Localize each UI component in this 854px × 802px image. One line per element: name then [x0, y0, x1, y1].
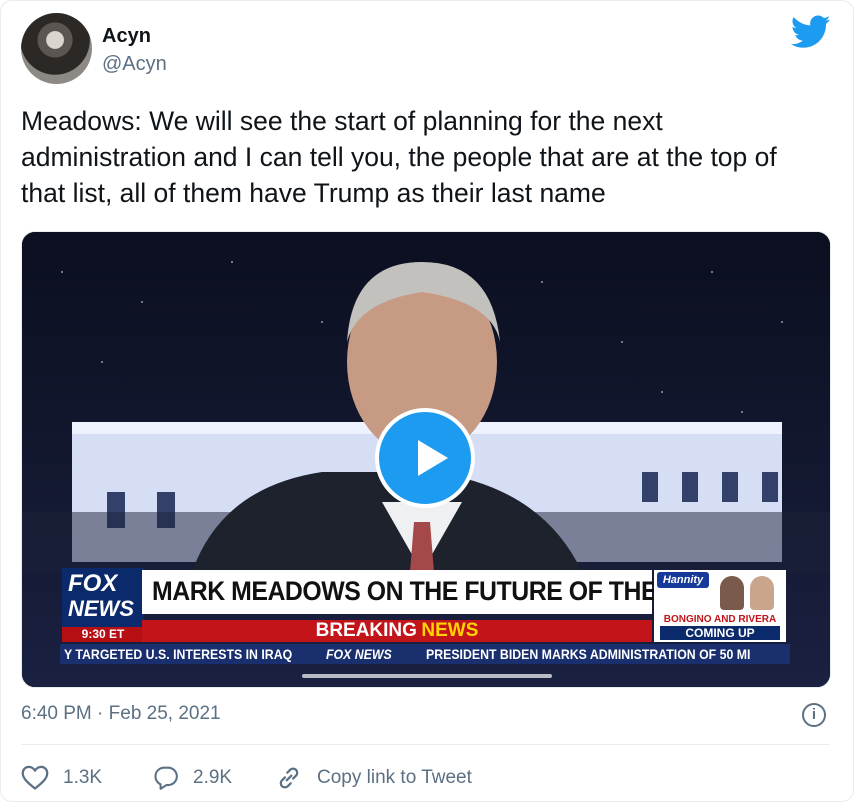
video-progress-bar[interactable] [302, 674, 552, 678]
tweet-text: Meadows: We will see the start of planni… [21, 106, 777, 208]
news-word: NEWS [421, 620, 479, 641]
promo-subtitle: BONGINO AND RIVERA [663, 614, 777, 625]
avatar[interactable] [21, 13, 92, 84]
breaking-news-bar: BREAKING NEWS [142, 620, 652, 642]
broadcast-time: 9:30 ET [62, 627, 144, 642]
show-promo: Hannity BONGINO AND RIVERA COMING UP [654, 570, 786, 642]
author-handle[interactable]: @Acyn [102, 53, 167, 76]
tweet-card: Acyn @Acyn Meadows: We will see the star… [0, 0, 854, 802]
coming-up-label: COMING UP [660, 626, 780, 640]
like-count: 1.3K [63, 767, 103, 788]
breaking-word: BREAKING [315, 620, 417, 641]
fox-logo-line1: FOX [68, 570, 118, 597]
divider [21, 744, 829, 745]
chyron-text: MARK MEADOWS ON THE FUTURE OF THE GOP [152, 576, 718, 606]
tweet-actions: 1.3K 2.9K Copy link to Tweet [21, 763, 829, 793]
heart-icon [21, 765, 49, 790]
author-name[interactable]: Acyn [102, 25, 151, 48]
reply-bubble-icon [154, 766, 178, 790]
like-button[interactable]: 1.3K [21, 763, 102, 793]
twitter-bird-icon[interactable] [791, 15, 831, 49]
reply-button[interactable]: 2.9K [153, 763, 232, 793]
copy-link-label: Copy link to Tweet [317, 767, 472, 788]
news-ticker: Y TARGETED U.S. INTERESTS IN IRAQ FOX NE… [60, 644, 790, 664]
video-player[interactable]: FOX NEWS 9:30 ET MARK MEADOWS ON THE FUT… [21, 231, 831, 688]
reply-count: 2.9K [193, 767, 233, 788]
play-icon[interactable] [375, 408, 475, 508]
guest-photo [750, 576, 774, 610]
chyron-headline: MARK MEADOWS ON THE FUTURE OF THE GOP [142, 570, 718, 614]
tweet-timestamp[interactable]: 6:40 PM · Feb 25, 2021 [21, 703, 221, 725]
ticker-text-right: PRESIDENT BIDEN MARKS ADMINISTRATION OF … [426, 646, 751, 662]
ticker-text-left: Y TARGETED U.S. INTERESTS IN IRAQ [64, 646, 293, 662]
fox-logo-line2: NEWS [68, 596, 134, 621]
ticker-brand: FOX NEWS [326, 646, 392, 662]
copy-link-button[interactable]: Copy link to Tweet [275, 763, 472, 793]
link-icon [279, 767, 299, 789]
info-icon[interactable]: i [802, 703, 826, 727]
guest-photo [720, 576, 744, 610]
hannity-logo: Hannity [657, 572, 709, 588]
